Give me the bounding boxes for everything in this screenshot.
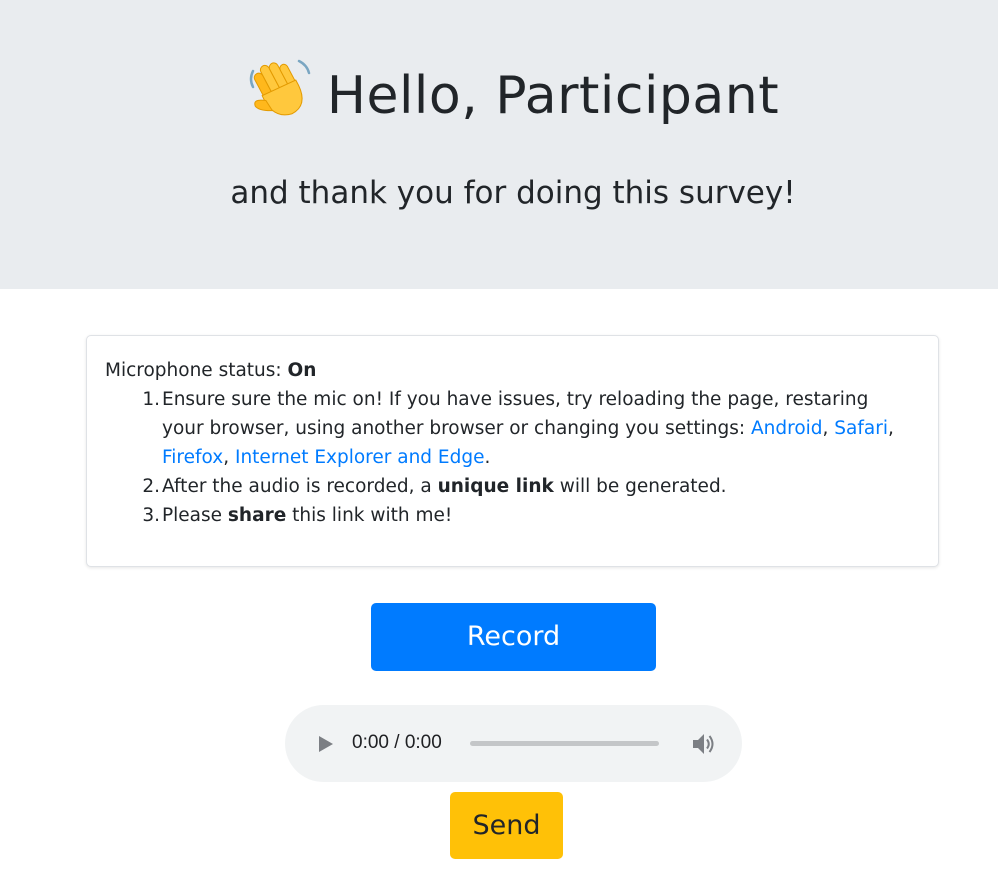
page-subtitle: and thank you for doing this survey! <box>230 175 796 211</box>
step-number: 3. <box>142 505 160 526</box>
link-separator: , <box>822 418 835 439</box>
page-title: Hello, Participant <box>0 56 998 136</box>
send-button[interactable]: Send <box>450 792 563 859</box>
link-separator: , <box>223 447 235 468</box>
volume-icon[interactable] <box>690 731 716 757</box>
safari-link[interactable]: Safari <box>834 418 888 439</box>
time-display: 0:00 / 0:00 <box>352 732 442 753</box>
instructions-list: 1. Ensure sure the mic on! If you have i… <box>123 385 913 530</box>
record-button[interactable]: Record <box>371 603 656 671</box>
microphone-status-label: Microphone status: <box>105 360 288 381</box>
step-bold-text: unique link <box>437 476 554 497</box>
progress-bar[interactable] <box>470 741 659 746</box>
greeting-text: Hello, Participant <box>326 66 780 126</box>
link-separator: , <box>887 418 894 439</box>
microphone-status-value: On <box>287 360 317 381</box>
list-item: 1. Ensure sure the mic on! If you have i… <box>123 385 913 472</box>
step-text: After the audio is recorded, a <box>162 476 438 497</box>
step-text: will be generated. <box>553 476 727 497</box>
list-item: 3. Please share this link with me! <box>123 501 913 530</box>
android-link[interactable]: Android <box>751 418 823 439</box>
microphone-status: Microphone status: On <box>105 356 316 385</box>
step-text: Please <box>162 505 228 526</box>
waving-hand-icon <box>247 57 313 123</box>
list-item: 2. After the audio is recorded, a unique… <box>123 472 913 501</box>
firefox-link[interactable]: Firefox <box>162 447 223 468</box>
step-number: 2. <box>142 476 160 497</box>
header-jumbotron: Hello, Participant and thank you for doi… <box>0 0 998 289</box>
step-bold-text: share <box>227 505 287 526</box>
play-icon[interactable] <box>315 733 337 755</box>
ie-edge-link[interactable]: Internet Explorer and Edge <box>235 447 485 468</box>
step-number: 1. <box>142 389 160 410</box>
sentence-end: . <box>484 447 491 468</box>
audio-player[interactable]: 0:00 / 0:00 <box>285 705 742 782</box>
step-text: this link with me! <box>286 505 453 526</box>
instructions-card: Microphone status: On 1. Ensure sure the… <box>86 335 939 567</box>
